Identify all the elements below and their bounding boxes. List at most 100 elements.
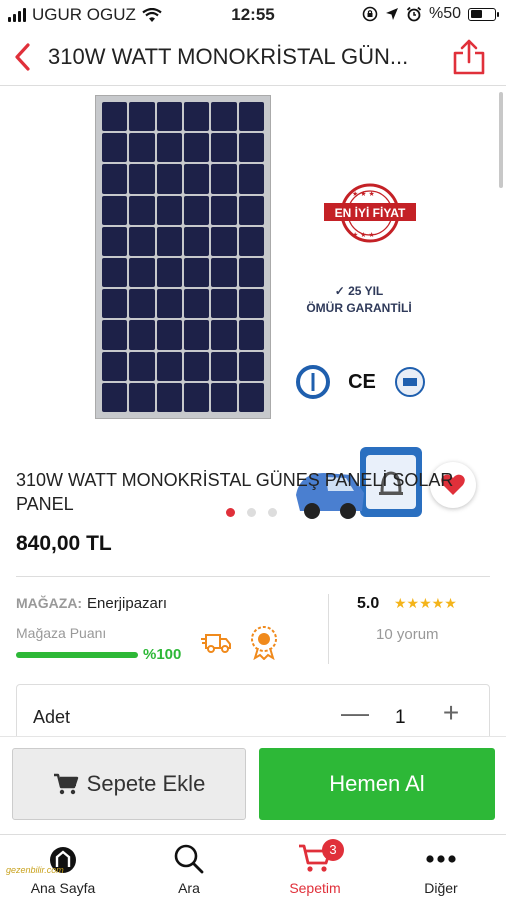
solar-cell xyxy=(129,164,155,194)
solar-cell xyxy=(184,102,210,132)
solar-cell xyxy=(211,102,237,132)
solar-cell xyxy=(129,351,155,381)
solar-cell xyxy=(211,226,237,256)
solar-cell xyxy=(211,320,237,350)
warranty-text: ÖMÜR GARANTİLİ xyxy=(306,301,412,315)
solar-cell xyxy=(238,382,264,412)
product-gallery[interactable]: ★ ★ ★ ★ ★ ★ EN İYİ FİYAT ✓ 25 YIL ÖMÜR G… xyxy=(0,87,506,519)
status-bar: UGUR OGUZ 12:55 %50 xyxy=(0,0,506,30)
page-title: 310W WATT MONOKRİSTAL GÜN... xyxy=(48,44,409,69)
warranty-label: ✓ 25 YIL ÖMÜR GARANTİLİ xyxy=(294,283,424,317)
trusted-seller-icon[interactable] xyxy=(246,624,282,660)
tse-cert-icon xyxy=(296,365,330,399)
solar-cell xyxy=(156,382,182,412)
solar-cell xyxy=(156,289,182,319)
add-to-cart-button[interactable]: Sepete Ekle xyxy=(12,748,246,820)
fast-shipping-icon[interactable] xyxy=(200,628,234,656)
scrollbar[interactable] xyxy=(499,92,503,188)
solar-cell xyxy=(238,226,264,256)
tab-home[interactable]: Ana Sayfa gezenbilir.com xyxy=(0,835,126,900)
warranty-years: ✓ 25 YIL xyxy=(334,284,384,298)
tab-home-label: Ana Sayfa xyxy=(30,880,96,896)
solar-cell xyxy=(129,320,155,350)
solar-cell xyxy=(211,195,237,225)
product-score: 5.0 xyxy=(357,595,380,612)
more-icon xyxy=(426,855,456,863)
store-name-link[interactable]: Enerjipazarı xyxy=(87,595,167,612)
product-name: 310W WATT MONOKRİSTAL GÜNEŞ PANELİ SOLAR… xyxy=(16,470,454,514)
solar-cell xyxy=(129,133,155,163)
solar-cell xyxy=(102,226,128,256)
increase-quantity-button[interactable]: + xyxy=(437,699,465,729)
tab-search[interactable]: Ara xyxy=(126,835,252,900)
solar-cell xyxy=(129,226,155,256)
solar-cell xyxy=(102,195,128,225)
solar-cell xyxy=(184,289,210,319)
solar-cell xyxy=(184,320,210,350)
vertical-divider xyxy=(328,594,329,664)
purchase-action-bar: Sepete Ekle Hemen Al xyxy=(0,736,506,834)
solar-cell xyxy=(184,195,210,225)
certifications: CE xyxy=(296,365,426,399)
back-icon[interactable] xyxy=(10,40,36,74)
divider xyxy=(16,576,490,577)
tab-more[interactable]: Diğer xyxy=(378,835,504,900)
top-bar: 310W WATT MONOKRİSTAL GÜN... xyxy=(0,30,506,86)
buy-now-label: Hemen Al xyxy=(329,771,425,796)
reviews-link[interactable]: 10 yorum xyxy=(376,626,439,643)
solar-cell xyxy=(129,195,155,225)
svg-text:★ ★ ★: ★ ★ ★ xyxy=(352,231,375,239)
solar-cell xyxy=(238,133,264,163)
product-price: 840,00 TL xyxy=(16,532,112,555)
solar-cell xyxy=(102,133,128,163)
solar-cell xyxy=(102,289,128,319)
iso-cert-icon xyxy=(395,367,425,397)
buy-now-button[interactable]: Hemen Al xyxy=(259,748,495,820)
solar-cell xyxy=(184,226,210,256)
solar-cell xyxy=(156,195,182,225)
watermark: gezenbilir.com xyxy=(6,865,64,875)
solar-cell xyxy=(156,226,182,256)
solar-cell xyxy=(156,133,182,163)
decrease-quantity-button[interactable]: — xyxy=(341,699,369,729)
solar-cell xyxy=(156,258,182,288)
solar-cell xyxy=(129,289,155,319)
solar-cell xyxy=(102,164,128,194)
battery-icon xyxy=(468,7,499,21)
quantity-value[interactable]: 1 xyxy=(395,707,406,729)
cart-icon xyxy=(53,773,78,795)
solar-cell xyxy=(129,382,155,412)
battery-percent: %50 xyxy=(428,5,461,22)
solar-cell xyxy=(211,164,237,194)
solar-cell xyxy=(102,320,128,350)
solar-cell xyxy=(211,351,237,381)
alarm-icon xyxy=(406,6,422,22)
solar-cell xyxy=(102,351,128,381)
solar-panel-image xyxy=(95,95,271,419)
store-label: MAĞAZA: xyxy=(16,595,83,611)
best-price-text: EN İYİ FİYAT xyxy=(334,206,406,220)
solar-cell xyxy=(184,164,210,194)
add-to-cart-label: Sepete Ekle xyxy=(86,771,206,796)
tab-cart[interactable]: 3 Sepetim xyxy=(252,835,378,900)
solar-cell xyxy=(238,102,264,132)
solar-cell xyxy=(156,320,182,350)
bottom-tab-bar: Ana Sayfa gezenbilir.com Ara 3 Sepetim D… xyxy=(0,834,506,900)
tab-cart-label: Sepetim xyxy=(289,880,341,896)
solar-cell xyxy=(238,351,264,381)
solar-cell xyxy=(211,258,237,288)
rotation-lock-icon xyxy=(362,6,378,22)
solar-cell xyxy=(184,258,210,288)
store-rating-bar xyxy=(16,652,138,658)
solar-cell xyxy=(238,289,264,319)
cart-count-badge: 3 xyxy=(322,839,344,861)
solar-cell xyxy=(211,133,237,163)
tab-search-label: Ara xyxy=(178,880,200,896)
solar-cell xyxy=(238,164,264,194)
solar-cell xyxy=(156,351,182,381)
solar-cell xyxy=(156,102,182,132)
store-rating-label: Mağaza Puanı xyxy=(16,625,107,641)
svg-text:★ ★ ★: ★ ★ ★ xyxy=(352,190,375,198)
solar-cell xyxy=(156,164,182,194)
share-icon[interactable] xyxy=(452,38,486,76)
